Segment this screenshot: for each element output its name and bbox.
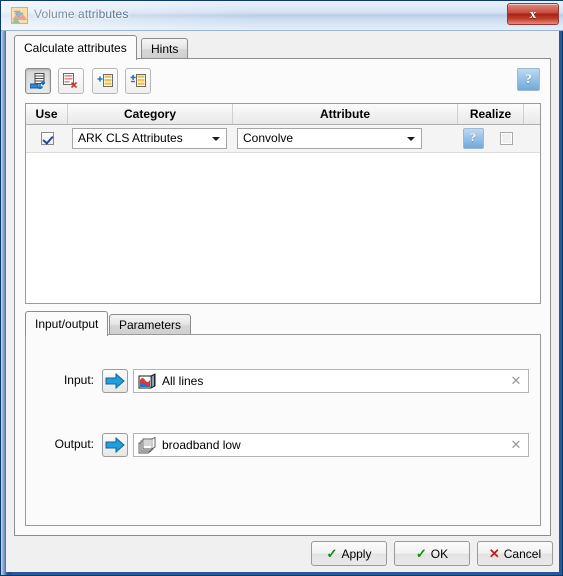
move-down-icon <box>130 74 147 87</box>
tab-parameters[interactable]: Parameters <box>109 314 192 335</box>
output-label: Output: <box>54 437 94 451</box>
move-up-icon <box>97 74 113 87</box>
question-mark-icon: ? <box>525 71 532 86</box>
dialog-window: Volume attributes x Calculate attributes… <box>0 0 563 576</box>
io-tabstrip: Input/output Parameters <box>25 311 541 336</box>
volume-attributes-icon <box>11 7 28 24</box>
seismic-volume-icon <box>138 373 156 391</box>
output-select-button[interactable] <box>102 433 128 457</box>
column-header-spacer <box>524 104 540 124</box>
check-icon: ✓ <box>415 546 427 561</box>
column-header-use: Use <box>26 104 68 124</box>
tab-calculate-attributes-label: Calculate attributes <box>24 41 127 55</box>
window-title: Volume attributes <box>34 7 129 21</box>
main-tabstrip: Calculate attributes Hints <box>14 35 551 60</box>
move-up-button[interactable] <box>91 68 118 94</box>
attribute-toolbar <box>25 68 155 94</box>
close-icon: x <box>529 6 537 21</box>
tab-input-output[interactable]: Input/output <box>25 311 109 336</box>
input-field[interactable]: All lines ✕ <box>133 369 529 393</box>
dialog-button-bar: ✓ Apply ✓ OK ✕ Cancel <box>6 539 559 572</box>
output-clear-button[interactable]: ✕ <box>509 438 523 452</box>
cell-realize <box>488 125 524 153</box>
chevron-down-icon <box>407 137 415 141</box>
column-header-realize: Realize <box>458 104 524 124</box>
cell-category: ARK CLS Attributes <box>68 125 233 153</box>
category-dropdown-value: ARK CLS Attributes <box>78 131 183 145</box>
tab-hints-label: Hints <box>151 42 179 56</box>
remove-attribute-button[interactable] <box>58 68 85 94</box>
attribute-table: Use Category Attribute Realize ARK CLS A… <box>25 103 541 304</box>
attribute-dropdown[interactable]: Convolve <box>237 128 422 149</box>
chevron-down-icon <box>212 137 220 141</box>
blue-arrow-icon <box>105 436 125 454</box>
category-dropdown[interactable]: ARK CLS Attributes <box>72 128 227 149</box>
close-button[interactable]: x <box>507 3 559 25</box>
dialog-client-area: Calculate attributes Hints ? Use Categor… <box>6 31 559 572</box>
apply-button-label: Apply <box>341 547 372 561</box>
cancel-button-label: Cancel <box>503 547 542 561</box>
ok-button-label: OK <box>430 547 449 561</box>
table-row[interactable]: ARK CLS Attributes Convolve ? <box>26 125 540 153</box>
tab-input-output-label: Input/output <box>35 317 99 331</box>
blue-arrow-icon <box>105 372 125 390</box>
apply-button[interactable]: ✓ Apply <box>311 541 387 566</box>
check-icon: ✓ <box>326 546 338 561</box>
cell-attribute: Convolve <box>233 125 458 153</box>
cell-row-help: ? <box>458 125 488 153</box>
input-select-button[interactable] <box>102 369 128 393</box>
panel-help-button[interactable]: ? <box>517 68 540 91</box>
move-down-button[interactable] <box>125 68 152 94</box>
attribute-dropdown-value: Convolve <box>243 131 294 145</box>
realize-checkbox[interactable] <box>499 132 513 145</box>
remove-row-icon <box>63 73 78 89</box>
add-row-icon <box>30 73 45 89</box>
ok-button[interactable]: ✓ OK <box>394 541 470 566</box>
column-header-attribute: Attribute <box>233 104 458 124</box>
tab-calculate-attributes[interactable]: Calculate attributes <box>14 35 137 60</box>
close-icon: ✕ <box>488 546 500 561</box>
cancel-button[interactable]: ✕ Cancel <box>477 541 553 566</box>
column-header-category: Category <box>68 104 233 124</box>
output-field[interactable]: broadband low ✕ <box>133 433 529 457</box>
volume-stack-icon <box>138 436 156 455</box>
attribute-help-button[interactable]: ? <box>462 128 484 149</box>
input-row: Input: All lines ✕ <box>26 369 542 393</box>
input-output-panel: Input: All lines ✕ Output: broadband low… <box>25 334 541 526</box>
output-value: broadband low <box>162 438 241 452</box>
output-row: Output: broadband low ✕ <box>26 433 542 457</box>
tab-parameters-label: Parameters <box>119 318 182 332</box>
calculate-attributes-panel: ? Use Category Attribute Realize ARK CLS… <box>14 58 551 536</box>
input-clear-button[interactable]: ✕ <box>509 374 523 388</box>
input-label: Input: <box>63 373 94 387</box>
title-bar[interactable]: Volume attributes x <box>1 1 563 31</box>
input-value: All lines <box>162 374 204 388</box>
use-checkbox[interactable] <box>40 132 54 145</box>
add-attribute-button[interactable] <box>25 68 51 94</box>
question-mark-icon: ? <box>470 130 476 144</box>
cell-use <box>26 125 68 153</box>
table-header-row: Use Category Attribute Realize <box>26 104 540 125</box>
tab-hints[interactable]: Hints <box>141 38 189 59</box>
